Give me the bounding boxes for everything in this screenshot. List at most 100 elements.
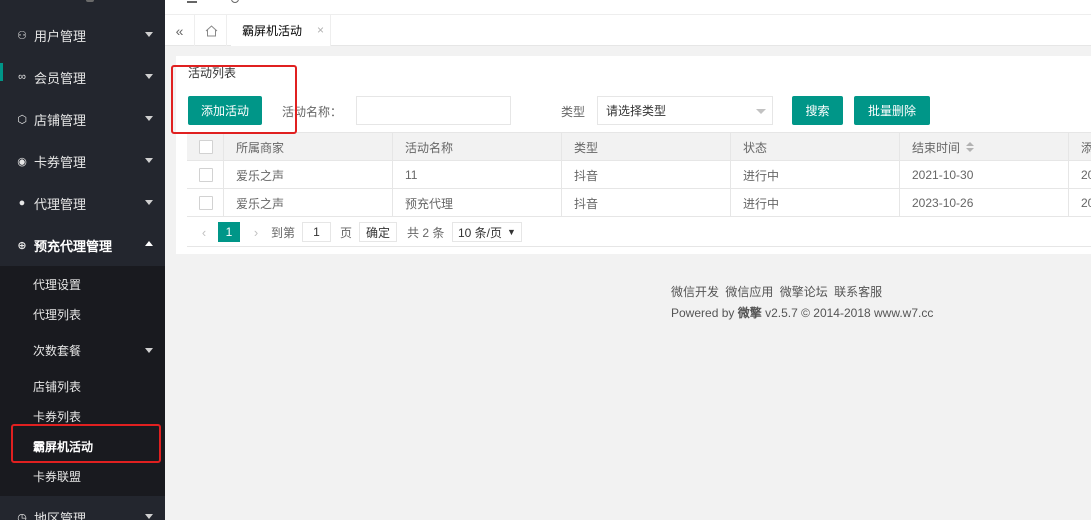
- home-icon: [205, 24, 218, 36]
- search-button[interactable]: 搜索: [792, 96, 843, 125]
- sidebar-item-member-management[interactable]: ∞ 会员管理: [0, 56, 165, 98]
- goto-page-input[interactable]: 1: [302, 222, 331, 242]
- activity-name-input[interactable]: [356, 96, 511, 125]
- tab-home[interactable]: [197, 15, 227, 46]
- version-text: v2.5.7 © 2014-2018: [765, 306, 871, 320]
- sidebar-item-label: 预充代理管理: [34, 238, 113, 254]
- page-unit-label: 页: [340, 225, 353, 240]
- chevron-down-icon: [145, 200, 153, 205]
- submenu-item-label: 次数套餐: [33, 343, 82, 358]
- sidebar-item-label: 卡券管理: [34, 154, 87, 170]
- sidebar-item-label: 地区管理: [34, 510, 87, 520]
- sidebar-item-region-management[interactable]: ◷ 地区管理: [0, 496, 165, 520]
- page-size-select[interactable]: 10 条/页 ▼: [452, 222, 522, 242]
- cell-activity-name: 预充代理: [392, 189, 561, 217]
- plus-circle-icon: ⊕: [17, 239, 27, 252]
- header-activity-name: 活动名称: [392, 133, 561, 161]
- site-link[interactable]: www.w7.cc: [874, 306, 933, 320]
- sidebar-item-prepaid-agent-management[interactable]: ⊕ 预充代理管理: [0, 224, 165, 266]
- cell-type: 抖音: [561, 189, 730, 217]
- refresh-icon[interactable]: [231, 0, 239, 3]
- submenu-item-agent-list[interactable]: 代理列表: [0, 299, 165, 329]
- submenu-item-label: 卡券联盟: [33, 469, 82, 484]
- cell-end-time: 2023-10-26: [899, 189, 1068, 217]
- submenu-item-store-list[interactable]: 店铺列表: [0, 371, 165, 401]
- page-number-1[interactable]: 1: [218, 222, 240, 242]
- submenu-item-label: 卡券列表: [33, 409, 82, 424]
- cell-add-time: 20: [1068, 189, 1091, 217]
- cell-status: 进行中: [730, 189, 899, 217]
- submenu-item-label: 霸屏机活动: [33, 439, 94, 454]
- logo-fragment-icon: [86, 0, 94, 2]
- cell-merchant: 爱乐之声: [223, 161, 392, 189]
- tab-screen-activity[interactable]: 霸屏机活动 ×: [231, 15, 331, 46]
- double-chevron-left-icon: «: [175, 22, 184, 39]
- submenu-item-label: 代理设置: [33, 277, 82, 292]
- brand-name: 微擎: [737, 306, 762, 320]
- footer-links: 微信开发 微信应用 微擎论坛 联系客服: [671, 282, 933, 303]
- row-checkbox-cell: [187, 161, 223, 189]
- footer-link-support[interactable]: 联系客服: [834, 285, 882, 299]
- next-page-button[interactable]: ›: [246, 222, 266, 242]
- submenu-item-label: 店铺列表: [33, 379, 82, 394]
- chevron-down-icon: [145, 348, 153, 353]
- menu-toggle-icon[interactable]: [187, 0, 197, 3]
- prev-page-button[interactable]: ‹: [194, 222, 214, 242]
- sidebar-item-coupon-management[interactable]: ◉ 卡券管理: [0, 140, 165, 182]
- cell-status: 进行中: [730, 161, 899, 189]
- type-select[interactable]: 请选择类型: [597, 96, 773, 125]
- submenu-item-count-package[interactable]: 次数套餐: [0, 335, 165, 365]
- submenu-item-coupon-list[interactable]: 卡券列表: [0, 401, 165, 431]
- chevron-down-icon: [145, 116, 153, 121]
- add-activity-button[interactable]: 添加活动: [188, 96, 262, 125]
- user-group-icon: ⚇: [17, 29, 27, 42]
- cell-type: 抖音: [561, 161, 730, 189]
- page-size-value: 10 条/页: [458, 225, 503, 240]
- caret-down-icon: ▼: [507, 227, 516, 237]
- type-label: 类型: [561, 105, 586, 119]
- cell-end-time: 2021-10-30: [899, 161, 1068, 189]
- submenu-item-screen-activity[interactable]: 霸屏机活动: [0, 431, 165, 461]
- card-title: 活动列表: [188, 66, 237, 80]
- activity-name-label: 活动名称：: [282, 105, 343, 119]
- footer-link-wechat-dev[interactable]: 微信开发: [671, 285, 719, 299]
- sidebar-item-label: 店铺管理: [34, 112, 87, 128]
- header-add-time: 添: [1068, 133, 1091, 161]
- clock-icon: ◷: [17, 511, 27, 520]
- powered-by-text: Powered by: [671, 306, 735, 320]
- caret-down-icon: [756, 109, 766, 114]
- table-row: 爱乐之声 预充代理 抖音 进行中 2023-10-26 20: [187, 189, 1091, 217]
- sidebar-item-label: 会员管理: [34, 70, 87, 86]
- row-checkbox[interactable]: [199, 196, 213, 210]
- header-type: 类型: [561, 133, 730, 161]
- bulk-delete-button[interactable]: 批量删除: [854, 96, 930, 125]
- header-checkbox-cell: [187, 133, 223, 161]
- goto-confirm-button[interactable]: 确定: [359, 222, 398, 242]
- submenu-item-coupon-alliance[interactable]: 卡券联盟: [0, 461, 165, 491]
- cube-icon: ⬡: [17, 113, 27, 126]
- chevron-down-icon: [145, 158, 153, 163]
- chevron-down-icon: [145, 32, 153, 37]
- submenu-item-agent-settings[interactable]: 代理设置: [0, 269, 165, 299]
- header-merchant: 所属商家: [223, 133, 392, 161]
- header-strip: [165, 0, 1091, 14]
- cell-merchant: 爱乐之声: [223, 189, 392, 217]
- tab-bar: « 霸屏机活动 ×: [165, 14, 1091, 46]
- total-count: 共 2 条: [407, 225, 445, 240]
- row-checkbox[interactable]: [199, 168, 213, 182]
- tab-collapse-button[interactable]: «: [165, 15, 195, 46]
- close-icon[interactable]: ×: [317, 23, 324, 37]
- sidebar: ⚇ 用户管理 ∞ 会员管理 ⬡ 店铺管理 ◉ 卡券管理 ● 代理管理 ⊕ 预充代…: [0, 0, 165, 520]
- header-end-time[interactable]: 结束时间: [899, 133, 1068, 161]
- sidebar-item-store-management[interactable]: ⬡ 店铺管理: [0, 98, 165, 140]
- submenu-item-label: 代理列表: [33, 307, 82, 322]
- sidebar-item-label: 用户管理: [34, 28, 87, 44]
- footer-link-wechat-apps[interactable]: 微信应用: [725, 285, 773, 299]
- activity-table: 所属商家 活动名称 类型 状态 结束时间 添 爱乐之声 11 抖音 进行中 20…: [187, 132, 1091, 217]
- sidebar-item-user-management[interactable]: ⚇ 用户管理: [0, 14, 165, 56]
- sidebar-item-agent-management[interactable]: ● 代理管理: [0, 182, 165, 224]
- cell-activity-name: 11: [392, 161, 561, 189]
- footer-link-forum[interactable]: 微擎论坛: [780, 285, 828, 299]
- select-all-checkbox[interactable]: [199, 140, 213, 154]
- sort-icon[interactable]: [966, 142, 975, 152]
